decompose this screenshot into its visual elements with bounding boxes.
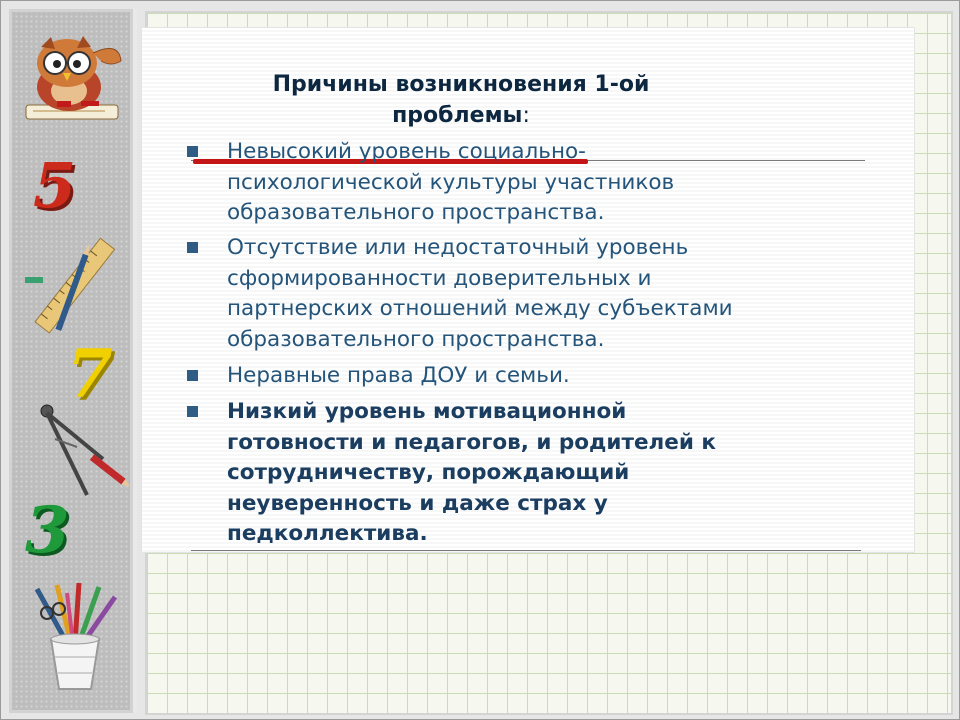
bullet-item-1: Невысокий уровень социально- психологиче…: [187, 137, 877, 229]
pencil-cup-icon: [34, 583, 118, 690]
bullet-item-2-line-4: образовательного пространства.: [227, 326, 605, 352]
bullet-item-2-line-1: Отсутствие или недостаточный уровень: [227, 235, 689, 260]
digit-five-decoration: 5: [33, 149, 77, 222]
bullet-item-3-line-1: Неравные права ДОУ и семьи.: [227, 363, 570, 388]
bullet-item-2-line-3: партнерских отношений между субъектами: [227, 296, 733, 321]
bullet-item-1-line-3: образовательного пространства.: [227, 200, 605, 225]
bullet-item-1-line-2: психологической культуры участников: [227, 169, 675, 195]
bullet-item-1-line-1: Невысокий уровень социально-: [227, 139, 586, 164]
bullet-item-4-line-5: педколлектива.: [227, 521, 428, 546]
bullet-item-4: Низкий уровень мотивационной готовности …: [187, 397, 877, 550]
bullet-icon: [187, 370, 198, 381]
title-colon: :: [522, 103, 530, 128]
bullet-item-2-line-2: сформированности доверительных и: [227, 265, 652, 291]
bullet-icon: [187, 146, 198, 157]
bullet-item-4-line-4: неуверенность и даже страх у: [227, 490, 608, 516]
sidebar-decoration: 5 7 3: [9, 9, 137, 713]
bullet-icon: [187, 242, 198, 253]
bottom-rule: [191, 550, 861, 551]
slide: 5 7 3 Причины возникновения 1-ой проблем…: [0, 0, 960, 720]
slide-title: Причины возникновения 1-ой проблемы:: [191, 69, 731, 131]
owl-icon: [25, 36, 122, 120]
compass-icon: [40, 404, 129, 496]
digit-three-decoration: 3: [25, 493, 70, 568]
bullet-item-2: Отсутствие или недостаточный уровень сфо…: [187, 233, 877, 355]
bullet-icon: [187, 406, 198, 417]
title-line-2: проблемы:: [392, 103, 530, 128]
ruler-pencil-icon: [25, 237, 116, 334]
bullet-item-4-line-3: сотрудничеству, порождающий: [227, 460, 630, 485]
title-line-1: Причины возникновения 1-ой: [272, 72, 650, 97]
bullet-item-4-line-2: готовности и педагогов, и родителей к: [227, 429, 716, 455]
bullet-item-3: Неравные права ДОУ и семьи.: [187, 361, 877, 392]
bullet-item-4-line-1: Низкий уровень мотивационной: [227, 399, 627, 424]
